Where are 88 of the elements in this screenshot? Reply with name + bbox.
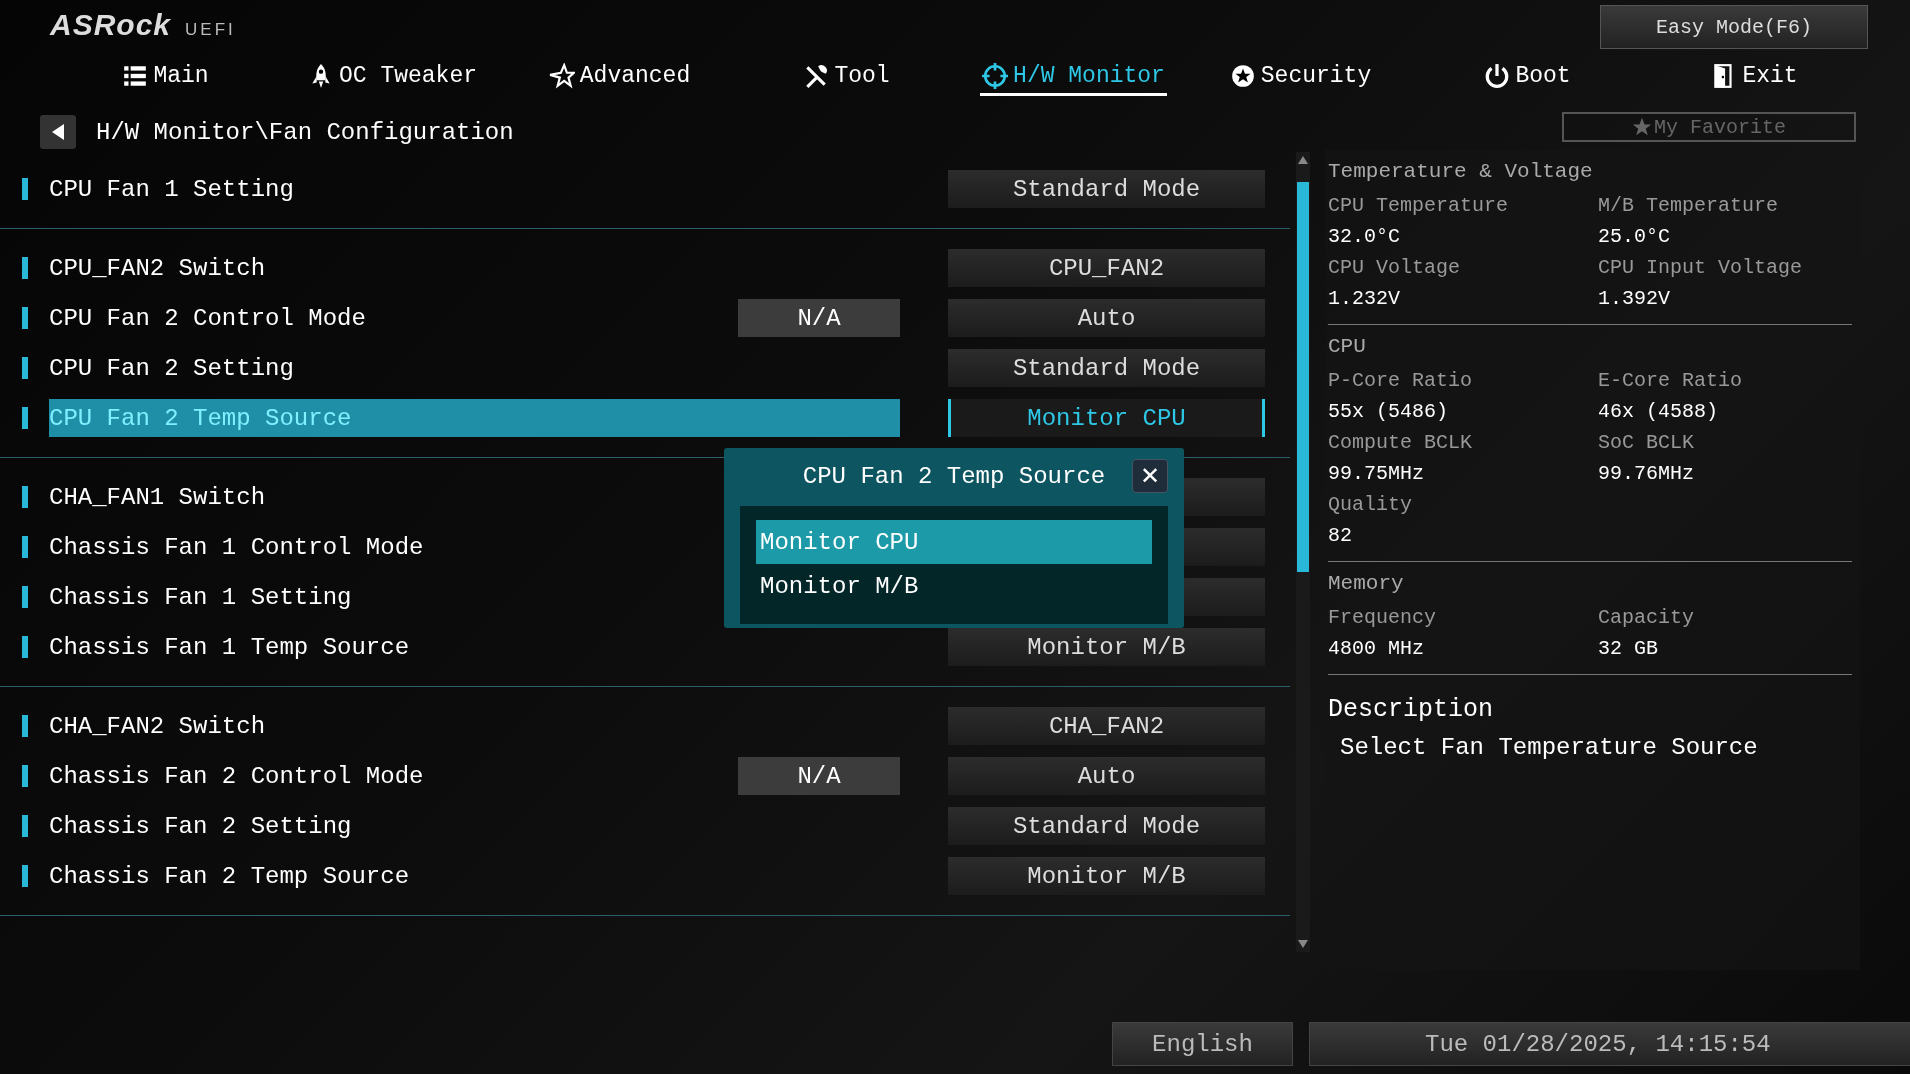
value-button[interactable]: Standard Mode — [948, 349, 1265, 387]
row-marker — [22, 815, 28, 837]
monitor-value: 25.0°C — [1598, 224, 1671, 250]
row-marker — [22, 586, 28, 608]
row-marker — [22, 357, 28, 379]
monitor-value: 32.0°C — [1328, 224, 1401, 250]
monitor-value: 1.392V — [1598, 286, 1671, 312]
setting-label[interactable]: CPU Fan 2 Control Mode — [49, 299, 738, 337]
easy-mode-button[interactable]: Easy Mode(F6) — [1600, 5, 1868, 49]
value-button[interactable]: Standard Mode — [948, 807, 1265, 845]
reading-cell: N/A — [738, 757, 900, 795]
value-button[interactable]: Monitor M/B — [948, 857, 1265, 895]
setting-label[interactable]: Chassis Fan 2 Temp Source — [49, 857, 738, 895]
power-icon — [1484, 62, 1511, 89]
monitor-label: E-Core Ratio — [1598, 368, 1744, 394]
value-button[interactable]: Standard Mode — [948, 170, 1265, 208]
scrollbar[interactable] — [1296, 152, 1310, 952]
setting-label[interactable]: CPU Fan 2 Setting — [49, 349, 738, 387]
monitor-value: 1.232V — [1328, 286, 1401, 312]
nav-tab[interactable]: Advanced — [546, 58, 693, 96]
monitor-label: Frequency — [1328, 605, 1438, 631]
value-button[interactable]: CPU_FAN2 — [948, 249, 1265, 287]
section-title: Temperature & Voltage — [1328, 160, 1594, 185]
setting-label[interactable]: CHA_FAN2 Switch — [49, 707, 738, 745]
row-marker — [22, 486, 28, 508]
monitor-label: Quality — [1328, 492, 1413, 518]
monitor-label: CPU Voltage — [1328, 255, 1462, 281]
monitor-label: Compute BCLK — [1328, 430, 1474, 456]
dialog-title: CPU Fan 2 Temp Source — [802, 462, 1106, 490]
row-marker — [22, 536, 28, 558]
setting-label[interactable]: CPU Fan 1 Setting — [49, 170, 738, 208]
row-marker — [22, 407, 28, 429]
monitor-label: M/B Temperature — [1598, 193, 1780, 219]
monitor-value: 46x (4588) — [1598, 399, 1720, 425]
target-icon — [982, 62, 1009, 89]
back-button[interactable] — [40, 115, 76, 149]
row-marker — [22, 307, 28, 329]
logo-suffix: UEFI — [185, 20, 236, 40]
breadcrumb: H/W Monitor\Fan Configuration — [96, 118, 514, 146]
description-text: Select Fan Temperature Source — [1340, 734, 1759, 761]
row-marker — [22, 865, 28, 887]
row-marker — [22, 715, 28, 737]
nav-tab[interactable]: Tool — [801, 58, 892, 96]
nav-tab[interactable]: OC Tweaker — [306, 58, 479, 96]
monitor-label: CPU Temperature — [1328, 193, 1510, 219]
tools-icon — [803, 62, 830, 89]
monitor-label: P-Core Ratio — [1328, 368, 1474, 394]
row-marker — [22, 257, 28, 279]
value-button[interactable]: CHA_FAN2 — [948, 707, 1265, 745]
monitor-value: 82 — [1328, 523, 1353, 549]
section-title: Memory — [1328, 572, 1405, 597]
back-arrow-icon — [51, 123, 65, 141]
monitor-value: 99.75MHz — [1328, 461, 1425, 487]
value-button[interactable]: Monitor M/B — [948, 628, 1265, 666]
nav-tab[interactable]: Exit — [1709, 58, 1800, 96]
setting-label[interactable]: Chassis Fan 2 Setting — [49, 807, 738, 845]
monitor-label: SoC BCLK — [1598, 430, 1695, 456]
scroll-down-icon[interactable] — [1298, 940, 1308, 948]
monitor-value: 32 GB — [1598, 636, 1659, 662]
datetime-display: Tue 01/28/2025, 14:15:54 — [1309, 1022, 1910, 1066]
logo: ASRock — [50, 8, 172, 42]
value-button[interactable]: Monitor CPU — [948, 399, 1265, 437]
row-marker — [22, 178, 28, 200]
monitor-value: 55x (5486) — [1328, 399, 1450, 425]
scroll-up-icon[interactable] — [1298, 156, 1308, 164]
star-icon — [548, 62, 575, 89]
language-button[interactable]: English — [1112, 1022, 1293, 1066]
row-marker — [22, 636, 28, 658]
monitor-value: 4800 MHz — [1328, 636, 1425, 662]
option-item[interactable]: Monitor M/B — [756, 564, 1152, 608]
nav-tab[interactable]: Main — [120, 58, 211, 96]
monitor-label: Capacity — [1598, 605, 1695, 631]
reading-cell: N/A — [738, 299, 900, 337]
monitor-label: CPU Input Voltage — [1598, 255, 1804, 281]
row-marker — [22, 765, 28, 787]
description-title: Description — [1328, 695, 1495, 724]
nav-tab[interactable]: H/W Monitor — [980, 58, 1167, 96]
value-button[interactable]: Auto — [948, 757, 1265, 795]
setting-label[interactable]: Chassis Fan 1 Temp Source — [49, 628, 738, 666]
setting-label[interactable]: CPU_FAN2 Switch — [49, 249, 738, 287]
monitor-value: 99.76MHz — [1598, 461, 1695, 487]
nav-tab[interactable]: Boot — [1482, 58, 1573, 96]
star-icon — [1632, 117, 1652, 137]
value-button[interactable]: Auto — [948, 299, 1265, 337]
section-title: CPU — [1328, 335, 1367, 360]
close-button[interactable]: ✕ — [1132, 459, 1168, 493]
setting-label[interactable]: Chassis Fan 2 Control Mode — [49, 757, 738, 795]
nav-tab[interactable]: Security — [1227, 58, 1374, 96]
